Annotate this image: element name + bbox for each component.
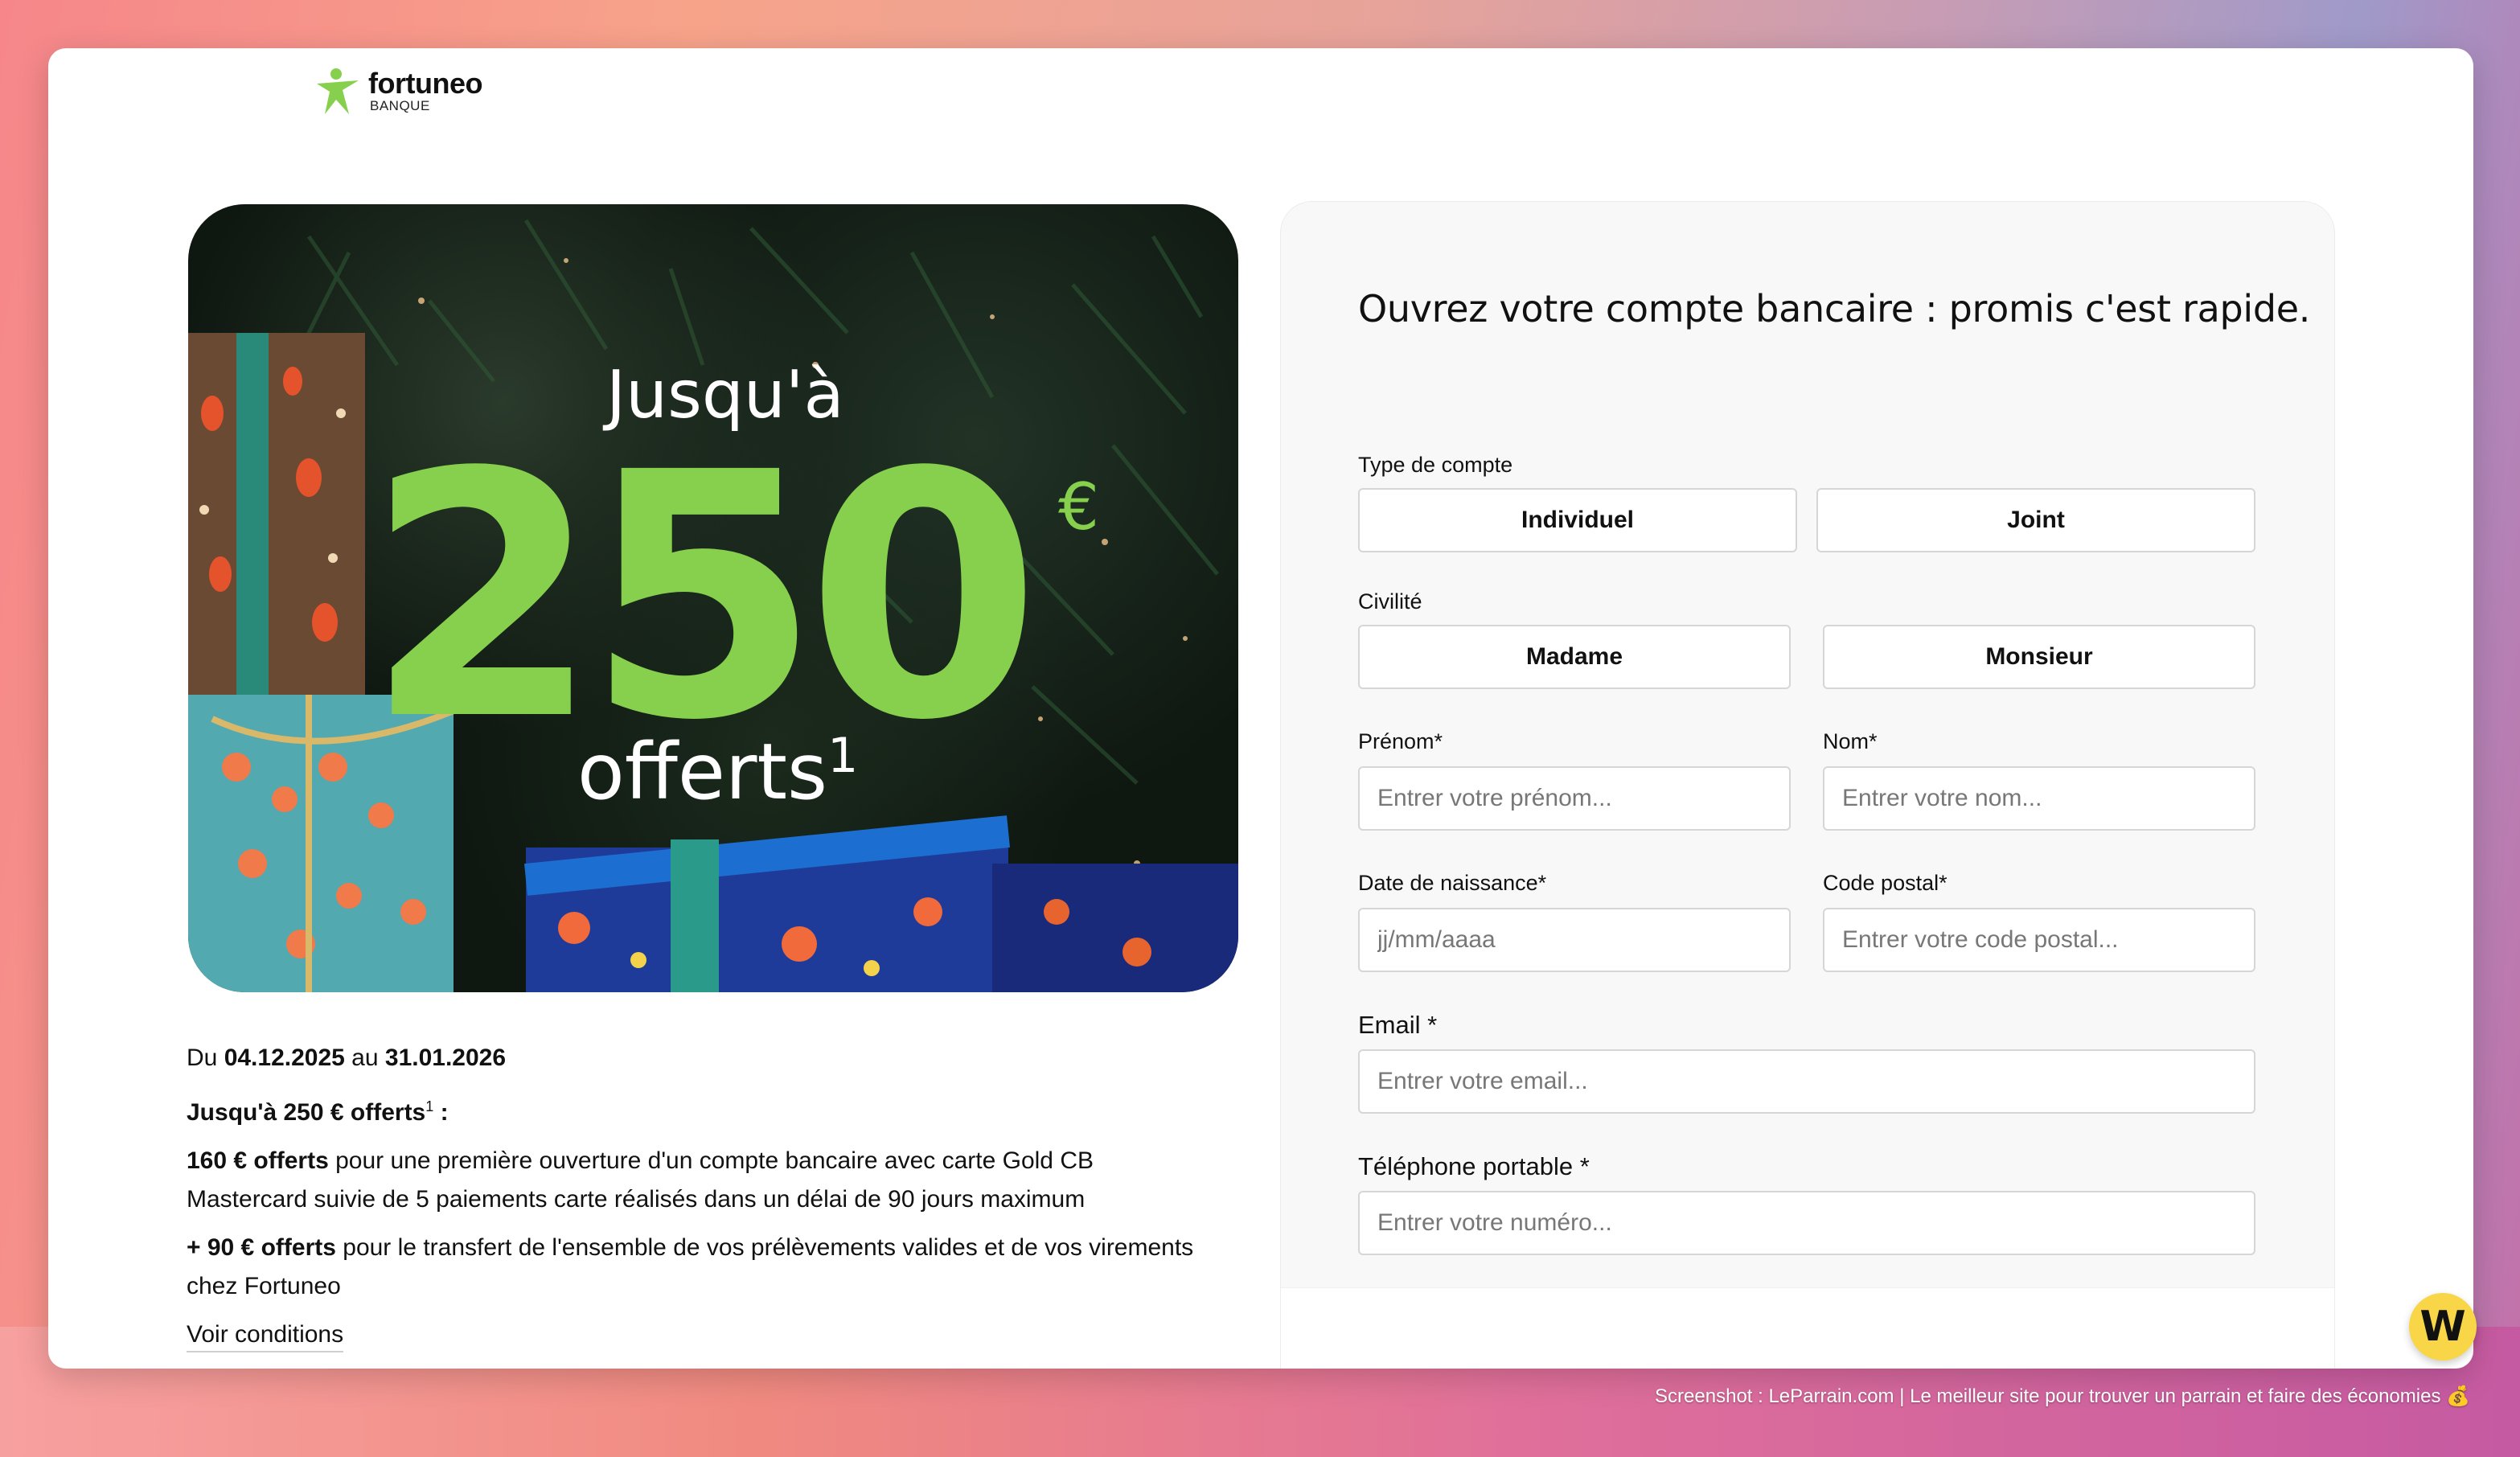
account-type-label: Type de compte <box>1358 453 1513 477</box>
promo-headline: Jusqu'à 250 € offerts1 : <box>187 1087 1200 1132</box>
lastname-input[interactable] <box>1823 766 2255 831</box>
hero-offerts-word: offerts <box>577 727 828 817</box>
email-input[interactable] <box>1358 1049 2255 1114</box>
hero-currency: € <box>1058 470 1099 544</box>
postal-code-input[interactable] <box>1823 908 2255 972</box>
phone-input[interactable] <box>1358 1191 2255 1255</box>
civility-monsieur-button[interactable]: Monsieur <box>1823 625 2255 689</box>
logo-name: fortuneo <box>368 67 482 100</box>
promo-headline-suffix: : <box>433 1099 449 1126</box>
logo-subtitle: BANQUE <box>370 98 430 113</box>
email-label: Email * <box>1358 1011 1438 1039</box>
birthdate-label: Date de naissance* <box>1358 871 1547 895</box>
promo-offer-2-text: pour le transfert de l'ensemble de vos p… <box>187 1234 1194 1299</box>
promo-details: Du 04.12.2025 au 31.01.2026 Jusqu'à 250 … <box>187 1039 1200 1354</box>
fortuneo-star-icon <box>317 68 359 114</box>
civility-label: Civilité <box>1358 589 1422 614</box>
logo-text: fortuneo BANQUE <box>368 69 482 114</box>
hero-footnote: 1 <box>827 728 859 784</box>
form-title: Ouvrez votre compte bancaire : promis c'… <box>1358 287 2311 330</box>
account-type-joint-button[interactable]: Joint <box>1816 488 2255 552</box>
account-opening-form: Ouvrez votre compte bancaire : promis c'… <box>1280 201 2335 1369</box>
promo-period-mid: au <box>344 1045 385 1071</box>
promo-period-prefix: Du <box>187 1045 224 1071</box>
promo-banner: Jusqu'à 250 € offerts1 <box>188 204 1238 992</box>
hero-offerts-text: offerts1 <box>577 727 858 817</box>
screenshot-credit: Screenshot : LeParrain.com | Le meilleur… <box>1655 1385 2470 1407</box>
promo-offer-2: + 90 € offerts pour le transfert de l'en… <box>187 1229 1200 1306</box>
promo-offer-1: 160 € offerts pour une première ouvertur… <box>187 1142 1200 1219</box>
firstname-label: Prénom* <box>1358 729 1443 753</box>
birthdate-input[interactable] <box>1358 908 1791 972</box>
lastname-label: Nom* <box>1823 729 1878 753</box>
voir-conditions-link[interactable]: Voir conditions <box>187 1319 344 1352</box>
promo-offer-2-amount: + 90 € offerts <box>187 1234 336 1261</box>
hero-amount: 250 <box>365 401 1041 794</box>
phone-label: Téléphone portable * <box>1358 1152 1590 1180</box>
chat-widget-button[interactable]: W <box>2409 1293 2477 1361</box>
widget-w-icon: W <box>2419 1303 2466 1351</box>
promo-period-end: 31.01.2026 <box>384 1045 507 1071</box>
promo-offer-1-amount: 160 € offerts <box>187 1147 329 1174</box>
promo-period: Du 04.12.2025 au 31.01.2026 <box>187 1039 1200 1077</box>
postal-code-label: Code postal* <box>1823 871 1947 895</box>
account-type-individuel-button[interactable]: Individuel <box>1358 488 1797 552</box>
civility-madame-button[interactable]: Madame <box>1358 625 1791 689</box>
firstname-input[interactable] <box>1358 766 1791 831</box>
promo-headline-note: 1 <box>425 1098 434 1114</box>
promo-period-start: 04.12.2025 <box>224 1045 345 1071</box>
fortuneo-logo[interactable]: fortuneo BANQUE <box>314 60 482 124</box>
promo-headline-text: Jusqu'à 250 € offerts <box>187 1099 426 1126</box>
form-footer-area <box>1281 1287 2334 1369</box>
browser-page: fortuneo BANQUE Jusqu'à 250 € offerts1 D… <box>48 48 2473 1369</box>
